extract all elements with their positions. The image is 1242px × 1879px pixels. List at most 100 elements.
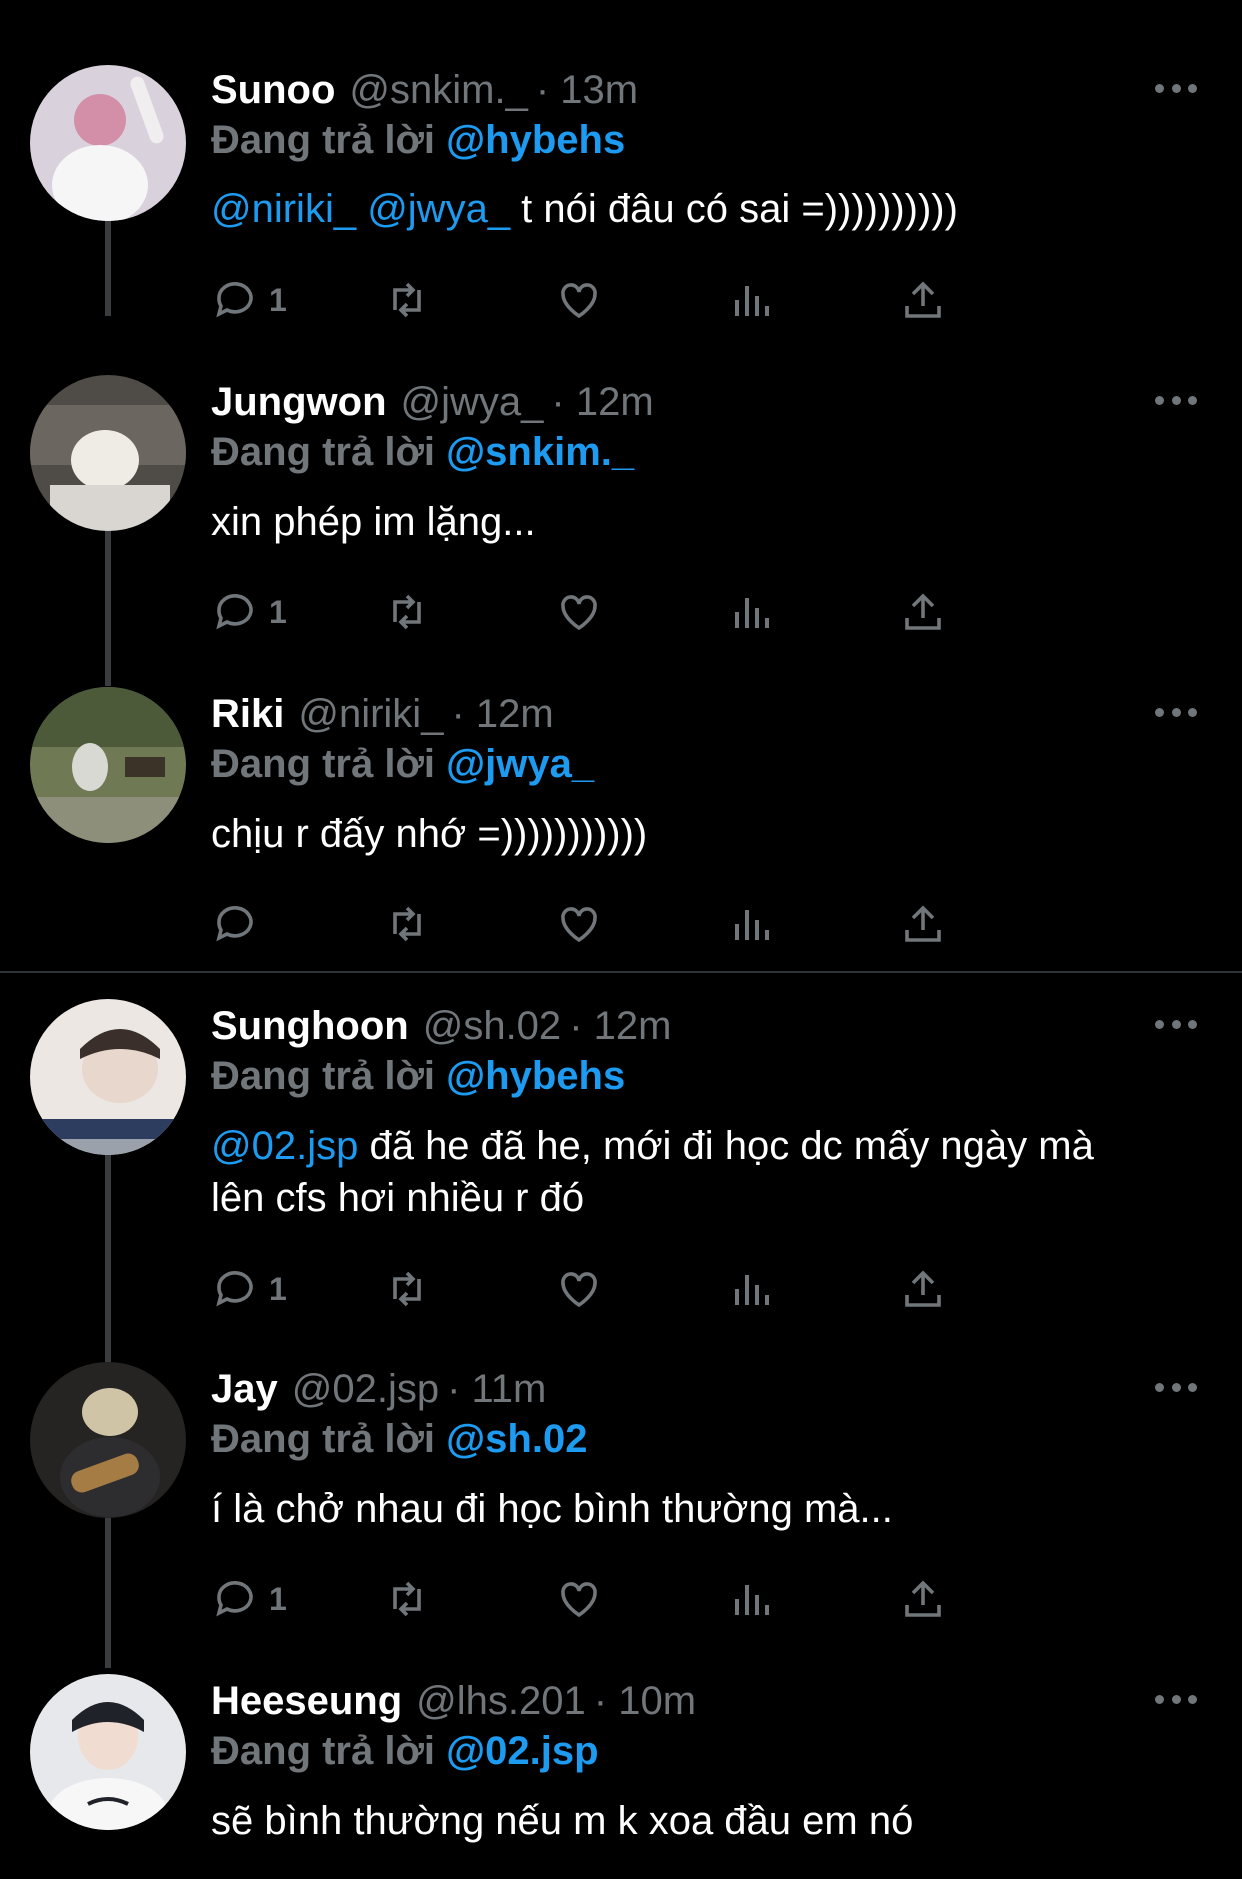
action-bar: 1 bbox=[211, 1571, 1111, 1627]
display-name[interactable]: Sunghoon bbox=[211, 996, 409, 1056]
handle[interactable]: @lhs.201 bbox=[416, 1671, 586, 1731]
share-icon bbox=[905, 593, 941, 630]
avatar[interactable] bbox=[30, 687, 186, 843]
reply-to-mention[interactable]: @sh.02 bbox=[446, 1417, 587, 1461]
display-name[interactable]: Heeseung bbox=[211, 1671, 402, 1731]
tweet-body: t nói đâu có sai =)))))))))) bbox=[510, 187, 958, 231]
share-button[interactable] bbox=[899, 896, 947, 952]
action-bar: 1 bbox=[211, 1261, 1111, 1317]
views-button[interactable] bbox=[727, 1571, 775, 1627]
like-button[interactable] bbox=[555, 1571, 603, 1627]
replying-label: Đang trả lời bbox=[211, 1417, 436, 1461]
more-options-icon[interactable] bbox=[1155, 1014, 1197, 1034]
avatar[interactable] bbox=[30, 999, 186, 1155]
retweet-icon bbox=[393, 1271, 421, 1307]
like-button[interactable] bbox=[555, 272, 603, 328]
heart-icon bbox=[561, 1272, 597, 1308]
share-icon bbox=[905, 1270, 941, 1307]
avatar[interactable] bbox=[30, 1674, 186, 1830]
retweet-button[interactable] bbox=[383, 896, 431, 952]
reply-button[interactable]: 1 bbox=[211, 1571, 287, 1627]
share-button[interactable] bbox=[899, 584, 947, 640]
replying-to: Đang trả lời @jwya_ bbox=[211, 736, 594, 792]
avatar[interactable] bbox=[30, 1362, 186, 1518]
mention-link[interactable]: @niriki_ @jwya_ bbox=[211, 187, 510, 231]
views-button[interactable] bbox=[727, 896, 775, 952]
like-button[interactable] bbox=[555, 896, 603, 952]
more-options-icon[interactable] bbox=[1155, 78, 1197, 98]
timestamp[interactable]: · 12m bbox=[569, 996, 671, 1056]
display-name[interactable]: Riki bbox=[211, 684, 284, 744]
share-button[interactable] bbox=[899, 272, 947, 328]
tweet-body: í là chở nhau đi học bình thường mà... bbox=[211, 1487, 893, 1531]
retweet-button[interactable] bbox=[383, 1261, 431, 1317]
reply-to-mention[interactable]: @hybehs bbox=[446, 1054, 625, 1098]
views-button[interactable] bbox=[727, 584, 775, 640]
handle[interactable]: @02.jsp bbox=[292, 1359, 439, 1419]
analytics-icon bbox=[735, 1585, 769, 1615]
reply-count: 1 bbox=[269, 1270, 287, 1307]
heart-icon bbox=[561, 283, 597, 319]
mention-link[interactable]: @02.jsp bbox=[211, 1124, 358, 1168]
replying-to: Đang trả lời @sh.02 bbox=[211, 1411, 587, 1467]
tweet-body: sẽ bình thường nếu m k xoa đầu em nó bbox=[211, 1799, 914, 1843]
views-button[interactable] bbox=[727, 1261, 775, 1317]
handle[interactable]: @jwya_ bbox=[401, 372, 544, 432]
timestamp[interactable]: · 11m bbox=[447, 1359, 546, 1419]
reply-to-mention[interactable]: @hybehs bbox=[446, 118, 625, 162]
reply-to-mention[interactable]: @snkim._ bbox=[446, 430, 634, 474]
timestamp[interactable]: · 12m bbox=[551, 372, 653, 432]
display-name[interactable]: Jay bbox=[211, 1359, 278, 1419]
share-button[interactable] bbox=[899, 1571, 947, 1627]
more-options-icon[interactable] bbox=[1155, 1377, 1197, 1397]
replying-to: Đang trả lời @hybehs bbox=[211, 112, 625, 168]
replying-label: Đang trả lời bbox=[211, 1729, 436, 1773]
action-bar: 1 bbox=[211, 584, 1111, 640]
like-button[interactable] bbox=[555, 584, 603, 640]
share-button[interactable] bbox=[899, 1261, 947, 1317]
reply-count: 1 bbox=[269, 1580, 287, 1617]
more-options-icon[interactable] bbox=[1155, 702, 1197, 722]
reply-button[interactable]: 1 bbox=[211, 584, 287, 640]
reply-icon bbox=[216, 1271, 253, 1307]
retweet-icon bbox=[393, 282, 421, 318]
thread-divider bbox=[0, 971, 1242, 973]
reply-icon bbox=[216, 282, 253, 318]
reply-button[interactable]: 1 bbox=[211, 1261, 287, 1317]
handle[interactable]: @snkim._ bbox=[349, 60, 527, 120]
tweet-body: xin phép im lặng... bbox=[211, 500, 536, 544]
share-icon bbox=[905, 1580, 941, 1617]
tweet-text: í là chở nhau đi học bình thường mà... bbox=[211, 1483, 1151, 1535]
analytics-icon bbox=[735, 1275, 769, 1305]
analytics-icon bbox=[735, 910, 769, 940]
more-options-icon[interactable] bbox=[1155, 1689, 1197, 1709]
timestamp[interactable]: · 13m bbox=[536, 60, 638, 120]
timestamp[interactable]: · 12m bbox=[451, 684, 553, 744]
tweet-text: sẽ bình thường nếu m k xoa đầu em nó bbox=[211, 1795, 1151, 1847]
reply-icon bbox=[216, 906, 253, 942]
avatar[interactable] bbox=[30, 375, 186, 531]
heart-icon bbox=[561, 907, 597, 943]
reply-to-mention[interactable]: @jwya_ bbox=[446, 742, 594, 786]
display-name[interactable]: Sunoo bbox=[211, 60, 335, 120]
heart-icon bbox=[561, 1582, 597, 1618]
reply-button[interactable]: 1 bbox=[211, 272, 287, 328]
replying-to: Đang trả lời @hybehs bbox=[211, 1048, 625, 1104]
more-options-icon[interactable] bbox=[1155, 390, 1197, 410]
retweet-icon bbox=[393, 1581, 421, 1617]
handle[interactable]: @sh.02 bbox=[423, 996, 561, 1056]
retweet-button[interactable] bbox=[383, 1571, 431, 1627]
like-button[interactable] bbox=[555, 1261, 603, 1317]
display-name[interactable]: Jungwon bbox=[211, 372, 387, 432]
avatar[interactable] bbox=[30, 65, 186, 221]
handle[interactable]: @niriki_ bbox=[298, 684, 443, 744]
timestamp[interactable]: · 10m bbox=[594, 1671, 696, 1731]
reply-button[interactable] bbox=[211, 896, 269, 952]
views-button[interactable] bbox=[727, 272, 775, 328]
reply-to-mention[interactable]: @02.jsp bbox=[446, 1729, 598, 1773]
replying-label: Đang trả lời bbox=[211, 118, 436, 162]
retweet-button[interactable] bbox=[383, 272, 431, 328]
retweet-button[interactable] bbox=[383, 584, 431, 640]
tweet-body: chịu r đấy nhớ =))))))))))) bbox=[211, 812, 648, 856]
tweet-text: xin phép im lặng... bbox=[211, 496, 1151, 548]
